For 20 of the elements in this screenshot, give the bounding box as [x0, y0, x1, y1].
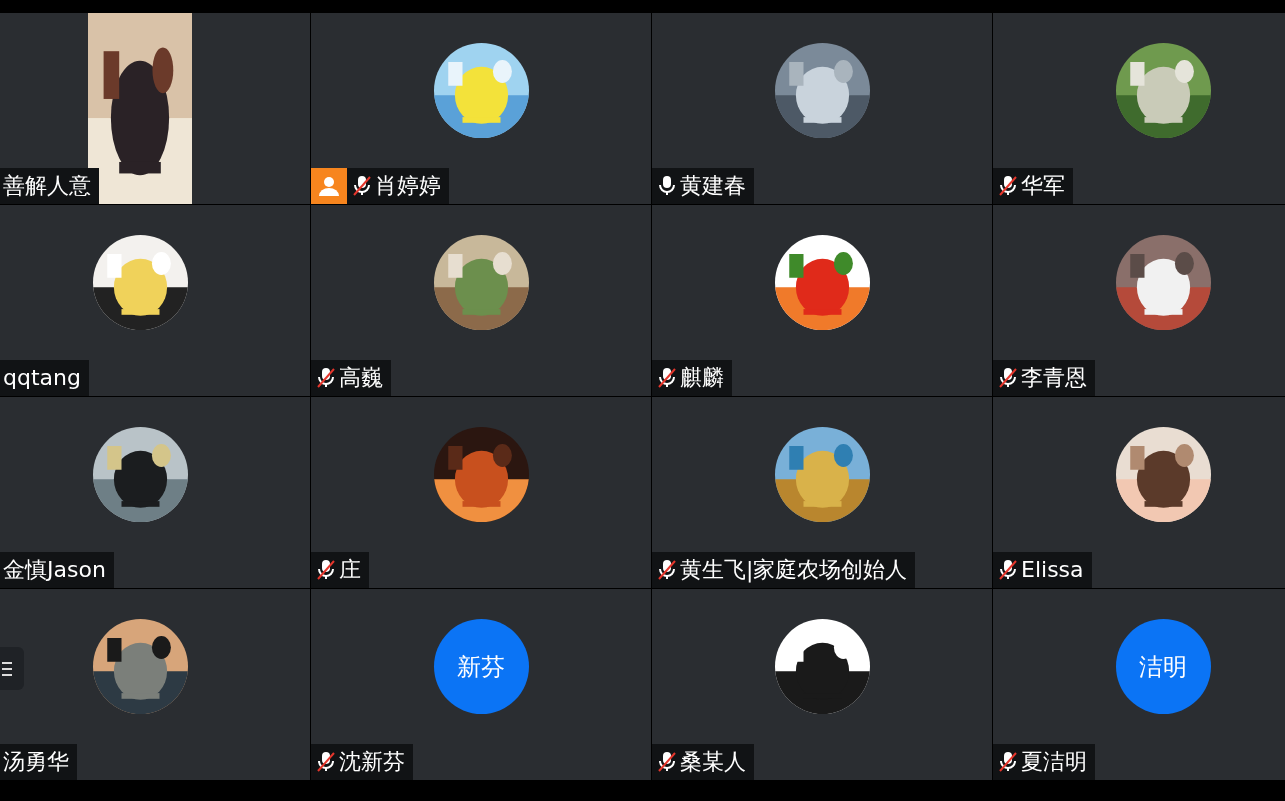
participant-name: Elissa — [1020, 556, 1085, 584]
participant-name: 麒麟 — [679, 364, 725, 392]
participant-name: 高巍 — [338, 364, 384, 392]
participant-name: 肖婷婷 — [374, 172, 442, 200]
participant-name: 善解人意 — [2, 172, 92, 200]
participant-name: 桑某人 — [679, 748, 747, 776]
participant-name: 黄生飞|家庭农场创始人 — [679, 556, 909, 585]
person-icon — [318, 176, 340, 196]
avatar-initials: 洁明 — [1115, 619, 1211, 714]
participant-name: 李青恩 — [1020, 364, 1088, 392]
participant-name: qqtang — [2, 364, 82, 392]
avatar-initials: 新芬 — [433, 619, 529, 714]
participant-name: 黄建春 — [679, 172, 747, 200]
participant-name: 沈新芬 — [338, 748, 406, 776]
participant-name: 夏洁明 — [1020, 748, 1088, 776]
participant-name: 华军 — [1020, 172, 1066, 200]
participant-name: 庄 — [338, 556, 362, 584]
menu-icon — [2, 661, 12, 676]
participant-name: 金慎Jason — [2, 556, 107, 584]
participant-name: 汤勇华 — [2, 748, 70, 776]
